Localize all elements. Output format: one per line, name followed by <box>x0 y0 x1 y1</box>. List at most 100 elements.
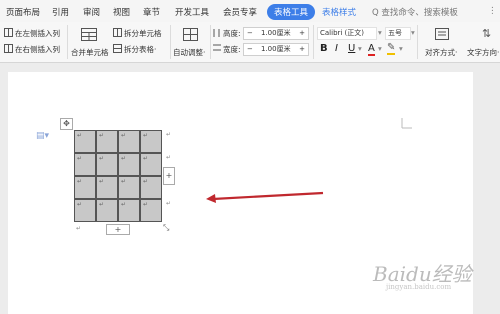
tab-page-layout[interactable]: 页面布局 <box>6 6 40 18</box>
table-cell[interactable]: ↵ <box>118 153 140 176</box>
table-cell[interactable]: ↵ <box>140 199 162 222</box>
autofit-icon <box>183 28 198 41</box>
font-family-dropdown-icon[interactable]: ▾ <box>378 28 382 37</box>
separator <box>210 25 211 59</box>
font-size-value: 五号 <box>388 29 402 37</box>
font-size-select[interactable]: 五号 <box>385 27 411 40</box>
table-cell[interactable]: ↵ <box>96 176 118 199</box>
command-search[interactable]: Q 查找命令、搜索模板 <box>372 6 458 18</box>
table-cell[interactable]: ↵ <box>96 153 118 176</box>
height-increase-button[interactable]: + <box>299 28 305 39</box>
font-size-dropdown-icon[interactable]: ▾ <box>411 28 415 37</box>
cell-end-mark: ↵ <box>77 178 83 185</box>
align-icon <box>435 28 449 40</box>
highlight-dropdown-icon[interactable]: ▾ <box>399 44 403 53</box>
tab-sections[interactable]: 章节 <box>143 6 160 18</box>
cell-end-mark: ↵ <box>143 132 149 139</box>
split-table-icon <box>113 44 122 53</box>
ribbon-tab-bar: 页面布局 引用 审阅 视图 章节 开发工具 会员专享 表格工具 表格样式 Q 查… <box>0 0 500 22</box>
insert-column-right-icon <box>4 44 13 53</box>
more-icon[interactable]: ⋮ <box>488 6 497 16</box>
separator <box>313 25 314 59</box>
split-table-button[interactable]: 拆分表格· <box>124 44 156 55</box>
cell-end-mark: ↵ <box>121 178 127 185</box>
table-cell[interactable]: ↵ <box>96 199 118 222</box>
cell-end-mark: ↵ <box>143 155 149 162</box>
insert-column-right-button[interactable]: 在右侧插入列 <box>15 44 60 55</box>
table-move-handle[interactable]: ✥ <box>60 118 73 130</box>
tab-table-tools[interactable]: 表格工具 <box>267 4 316 20</box>
autofit-button[interactable]: 自动调整· <box>173 47 205 58</box>
cell-end-mark: ↵ <box>77 201 83 208</box>
tab-view[interactable]: 视图 <box>113 6 130 18</box>
italic-button[interactable]: I <box>335 43 338 54</box>
table-cell[interactable]: ↵ <box>74 153 96 176</box>
merge-cells-icon <box>81 28 97 41</box>
align-button[interactable]: 对齐方式· <box>425 47 457 58</box>
insert-column-left-icon <box>4 28 13 37</box>
font-family-value: Calibri (正文) <box>320 29 365 37</box>
cell-end-mark: ↵ <box>99 178 105 185</box>
table-cell[interactable]: ↵ <box>140 153 162 176</box>
table-cell[interactable]: ↵ <box>118 176 140 199</box>
tab-references[interactable]: 引用 <box>52 6 69 18</box>
row-end-mark: ↵ <box>166 200 172 207</box>
tab-member[interactable]: 会员专享 <box>223 6 257 18</box>
cell-end-mark: ↵ <box>77 155 83 162</box>
table-cell[interactable]: ↵ <box>140 176 162 199</box>
table-cell[interactable]: ↵ <box>118 130 140 153</box>
paste-options-icon[interactable]: ▤▾ <box>36 131 49 141</box>
row-height-icon <box>213 29 220 37</box>
margin-mark <box>401 118 412 129</box>
width-field[interactable]: − 1.00厘米 + <box>243 43 309 56</box>
text-direction-button[interactable]: 文字方向· <box>467 47 499 58</box>
cell-end-mark: ↵ <box>143 201 149 208</box>
tab-developer[interactable]: 开发工具 <box>175 6 209 18</box>
font-family-select[interactable]: Calibri (正文) <box>317 27 377 40</box>
watermark-subtext: jingyan.baidu.com <box>386 283 452 291</box>
width-increase-button[interactable]: + <box>299 44 305 55</box>
cell-end-mark: ↵ <box>121 155 127 162</box>
cell-end-mark: ↵ <box>143 178 149 185</box>
table-cell[interactable]: ↵ <box>118 199 140 222</box>
split-cells-icon <box>113 28 122 37</box>
separator <box>417 25 418 59</box>
split-cells-button[interactable]: 拆分单元格 <box>124 28 162 39</box>
highlight-icon[interactable]: ✎ <box>387 42 396 55</box>
table-cell[interactable]: ↵ <box>96 130 118 153</box>
cell-end-mark: ↵ <box>99 201 105 208</box>
merge-cells-button[interactable]: 合并单元格 <box>71 47 109 58</box>
bold-button[interactable]: B <box>320 43 328 54</box>
underline-button[interactable]: U <box>348 43 355 54</box>
width-value: 1.00厘米 <box>261 45 291 53</box>
add-column-button[interactable]: + <box>163 167 175 185</box>
table-cell[interactable]: ↵ <box>140 130 162 153</box>
row-end-mark: ↵ <box>166 154 172 161</box>
column-width-icon <box>213 44 221 51</box>
width-decrease-button[interactable]: − <box>247 44 253 55</box>
tab-review[interactable]: 审阅 <box>83 6 100 18</box>
font-color-button[interactable]: A <box>368 43 375 56</box>
cell-end-mark: ↵ <box>77 132 83 139</box>
separator <box>170 25 171 59</box>
tab-table-style[interactable]: 表格样式 <box>322 6 356 18</box>
separator <box>67 25 68 59</box>
table[interactable]: ↵ ↵ ↵ ↵ ↵ ↵ ↵ ↵ ↵ ↵ ↵ ↵ ↵ ↵ ↵ ↵ <box>74 130 164 223</box>
paragraph-mark: ↵ <box>76 225 82 232</box>
font-color-dropdown-icon[interactable]: ▾ <box>378 44 382 53</box>
height-value: 1.00厘米 <box>261 29 291 37</box>
cell-end-mark: ↵ <box>99 132 105 139</box>
height-decrease-button[interactable]: − <box>247 28 253 39</box>
underline-dropdown-icon[interactable]: ▾ <box>358 44 362 53</box>
table-resize-handle[interactable]: ⤡ <box>163 223 169 233</box>
table-cell[interactable]: ↵ <box>74 199 96 222</box>
insert-column-left-button[interactable]: 在左侧插入列 <box>15 28 60 39</box>
cell-end-mark: ↵ <box>121 132 127 139</box>
height-field[interactable]: − 1.00厘米 + <box>243 27 309 40</box>
row-end-mark: ↵ <box>166 131 172 138</box>
ribbon-toolbar: 在左侧插入列 在右侧插入列 合并单元格 拆分单元格 拆分表格· 自动调整· 高度… <box>0 22 500 63</box>
width-label: 宽度: <box>223 45 241 54</box>
table-cell[interactable]: ↵ <box>74 130 96 153</box>
table-cell[interactable]: ↵ <box>74 176 96 199</box>
add-row-button[interactable]: + <box>106 224 130 235</box>
